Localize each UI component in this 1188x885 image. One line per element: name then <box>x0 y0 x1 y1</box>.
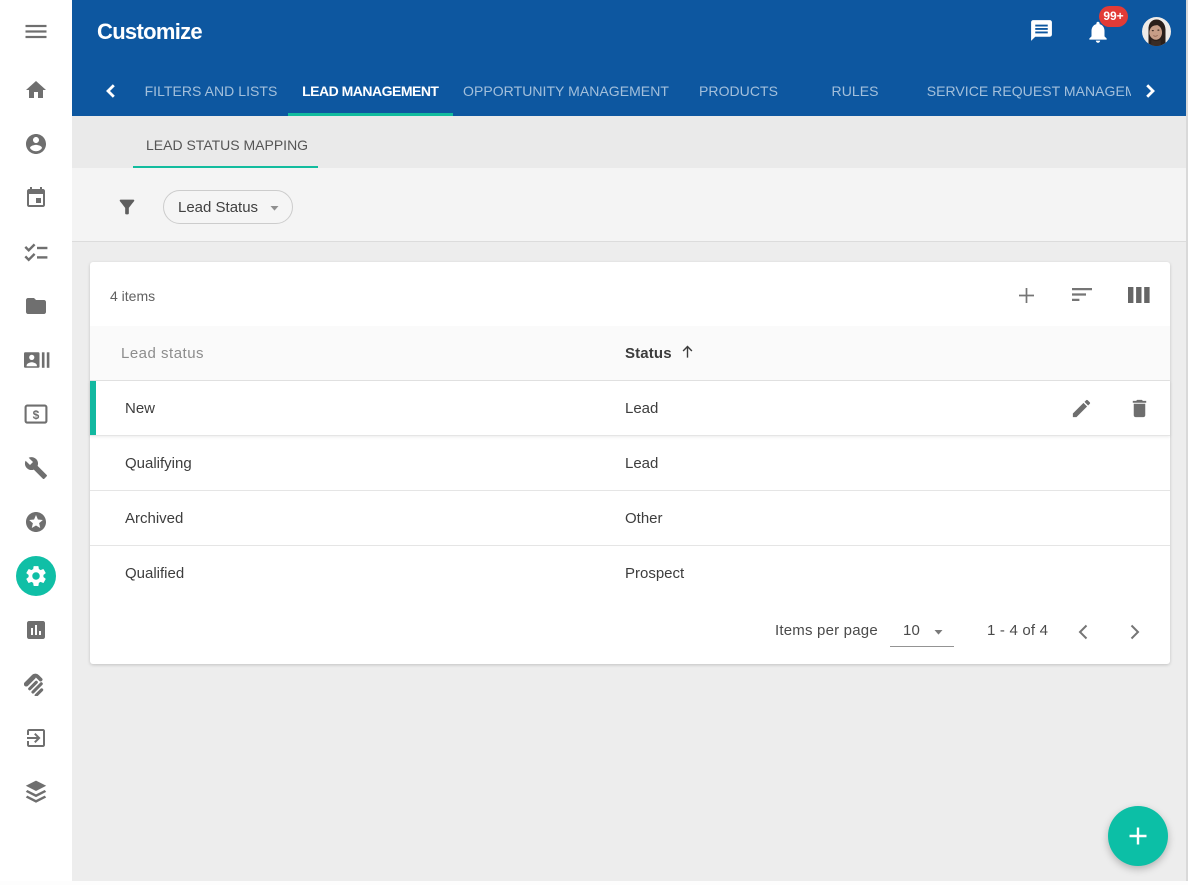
svg-text:$: $ <box>33 408 40 422</box>
